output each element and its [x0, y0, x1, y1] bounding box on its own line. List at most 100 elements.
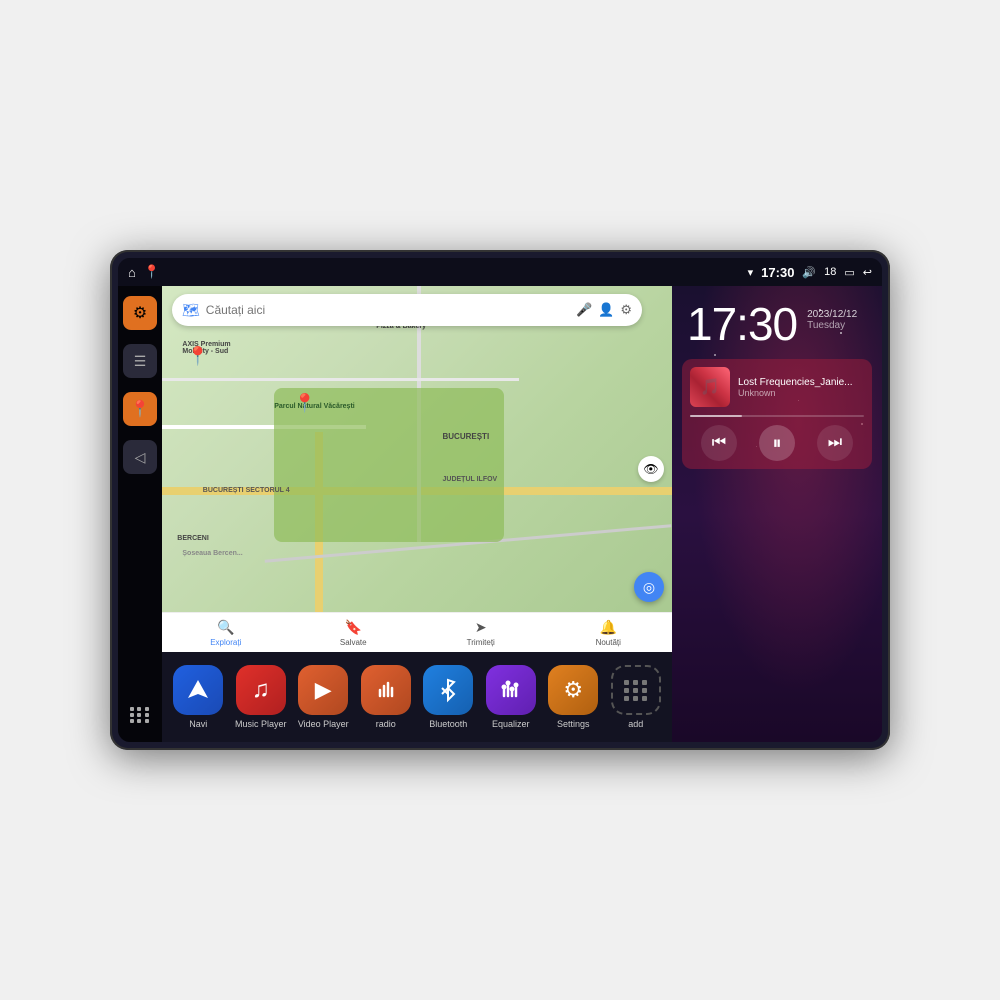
park-pin: 📍: [294, 393, 316, 414]
sosea-label: Șoseaua Bercen...: [182, 550, 242, 557]
pause-icon: ⏸: [773, 433, 782, 454]
home-status-icon[interactable]: ⌂: [128, 265, 136, 280]
maps-status-icon[interactable]: 📍: [144, 264, 160, 280]
map-search-bar[interactable]: 🗺 🎤 👤 ⚙: [172, 294, 642, 326]
music-player-icon: ♫: [236, 665, 286, 715]
status-left-icons: ⌂ 📍: [128, 264, 160, 280]
album-art-visual: 🎵: [690, 367, 730, 407]
sidebar-settings-button[interactable]: ⚙: [123, 296, 157, 330]
bluetooth-label: Bluetooth: [429, 719, 467, 729]
judet-label: JUDEȚUL ILFOV: [443, 476, 498, 483]
equalizer-svg-icon: [497, 676, 525, 704]
battery-icon: ▭: [844, 266, 854, 279]
grid-dots-icon: [130, 707, 150, 723]
map-google-icon: 🗺: [182, 302, 200, 319]
map-eye-button[interactable]: 👁: [638, 456, 664, 482]
news-label: Noutăți: [596, 638, 621, 647]
music-art-icon: 🎵: [700, 377, 720, 397]
play-icon: ▶: [315, 677, 332, 703]
app-settings[interactable]: ⚙ Settings: [547, 665, 600, 729]
music-artist: Unknown: [738, 388, 864, 398]
device-screen: ⌂ 📍 ▾ 17:30 🔊 18 ▭ ↩ ⚙ ☰: [118, 258, 882, 742]
equalizer-icon: [486, 665, 536, 715]
app-bluetooth[interactable]: Bluetooth: [422, 665, 475, 729]
map-nav-send[interactable]: ➤ Trimiteți: [417, 613, 545, 652]
main-area: ⚙ ☰ 📍 ◁: [118, 286, 882, 742]
settings-icon: ⚙: [133, 303, 147, 323]
explore-label: Explorați: [210, 638, 241, 647]
app-radio[interactable]: radio: [360, 665, 413, 729]
clock-widget: 17:30 2023/12/12 Tuesday: [672, 286, 882, 355]
saved-icon: 🔖: [345, 619, 362, 636]
eye-icon: 👁: [643, 462, 658, 476]
map-bottom-nav: 🔍 Explorați 🔖 Salvate ➤ Trimiteți: [162, 612, 672, 652]
music-pause-button[interactable]: ⏸: [759, 425, 795, 461]
app-equalizer[interactable]: Equalizer: [485, 665, 538, 729]
map-nav-explore[interactable]: 🔍 Explorați: [162, 613, 290, 652]
sidebar-grid-button[interactable]: [123, 698, 157, 732]
video-player-label: Video Player: [298, 719, 349, 729]
radio-icon: [361, 665, 411, 715]
music-note-icon: ♫: [252, 676, 270, 704]
device-frame: ⌂ 📍 ▾ 17:30 🔊 18 ▭ ↩ ⚙ ☰: [110, 250, 890, 750]
music-player-label: Music Player: [235, 719, 287, 729]
music-widget: 🎵 Lost Frequencies_Janie... Unknown: [682, 359, 872, 469]
map-nav-news[interactable]: 🔔 Noutăți: [545, 613, 673, 652]
bucharest-label: BUCUREȘTI: [443, 432, 490, 441]
bluetooth-svg-icon: [436, 676, 460, 704]
map-nav-saved[interactable]: 🔖 Salvate: [290, 613, 418, 652]
road-top: [162, 378, 519, 381]
left-sidebar: ⚙ ☰ 📍 ◁: [118, 286, 162, 742]
next-icon: ⏭: [828, 434, 842, 452]
add-app-icon: [611, 665, 661, 715]
navi-svg-icon: [184, 676, 212, 704]
app-navi[interactable]: Navi: [172, 665, 225, 729]
music-controls: ⏮ ⏸ ⏭: [690, 425, 864, 461]
map-background: Parcul Natural Văcărești BUCUREȘTI BUCUR…: [162, 286, 672, 652]
map-area[interactable]: Parcul Natural Văcărești BUCUREȘTI BUCUR…: [162, 286, 672, 652]
music-progress-bar[interactable]: [690, 415, 864, 417]
app-video-player[interactable]: ▶ Video Player: [297, 665, 350, 729]
volume-icon: 🔊: [802, 266, 816, 279]
center-content: Parcul Natural Văcărești BUCUREȘTI BUCUR…: [162, 286, 672, 742]
radio-label: radio: [376, 719, 396, 729]
app-music-player[interactable]: ♫ Music Player: [235, 665, 288, 729]
explore-icon: 🔍: [217, 619, 234, 636]
sidebar-maps-button[interactable]: 📍: [123, 392, 157, 426]
music-album-art: 🎵: [690, 367, 730, 407]
add-grid-dots: [624, 680, 648, 701]
sidebar-files-button[interactable]: ☰: [123, 344, 157, 378]
voice-search-icon[interactable]: 🎤: [576, 302, 592, 318]
status-time: 17:30: [761, 265, 794, 280]
gear-icon: ⚙: [563, 677, 583, 703]
music-prev-button[interactable]: ⏮: [701, 425, 737, 461]
music-title: Lost Frequencies_Janie...: [738, 377, 864, 388]
clock-date: 2023/12/12: [807, 309, 857, 320]
clock-day: Tuesday: [807, 320, 857, 331]
settings-map-icon[interactable]: ⚙: [620, 302, 632, 318]
navi-label: Navi: [189, 719, 207, 729]
equalizer-label: Equalizer: [492, 719, 530, 729]
radio-waves-icon: [372, 676, 400, 704]
back-icon[interactable]: ↩: [863, 266, 872, 279]
status-right-icons: ▾ 17:30 🔊 18 ▭ ↩: [748, 265, 872, 280]
music-next-button[interactable]: ⏭: [817, 425, 853, 461]
music-text: Lost Frequencies_Janie... Unknown: [738, 377, 864, 398]
send-icon: ➤: [475, 619, 487, 636]
sidebar-nav-button[interactable]: ◁: [123, 440, 157, 474]
add-label: add: [628, 719, 643, 729]
profile-icon[interactable]: 👤: [598, 302, 614, 318]
wifi-icon: ▾: [748, 266, 754, 279]
prev-icon: ⏮: [712, 434, 726, 452]
map-pin-icon: 📍: [130, 399, 150, 419]
clock-date-container: 2023/12/12 Tuesday: [807, 301, 857, 331]
axis-pin: 📍: [186, 346, 208, 367]
navi-icon: [173, 665, 223, 715]
status-bar: ⌂ 📍 ▾ 17:30 🔊 18 ▭ ↩: [118, 258, 882, 286]
bluetooth-icon: [423, 665, 473, 715]
map-search-input[interactable]: [206, 303, 570, 317]
bottom-app-bar: Navi ♫ Music Player ▶ Video Player: [162, 652, 672, 742]
map-location-fab[interactable]: ◎: [634, 572, 664, 602]
app-add[interactable]: add: [610, 665, 663, 729]
map-search-actions: 🎤 👤 ⚙: [576, 302, 632, 318]
